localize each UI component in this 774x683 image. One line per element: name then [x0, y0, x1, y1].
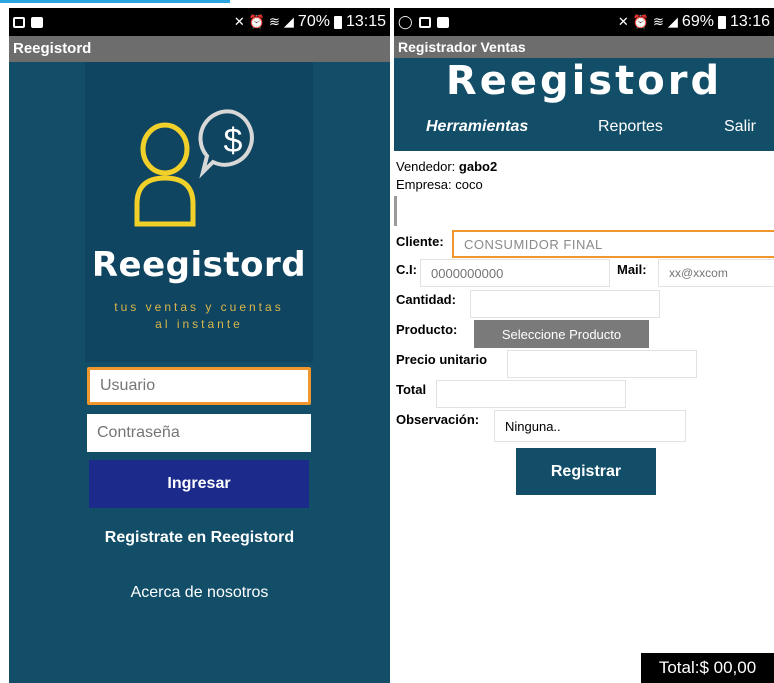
- client-label: Cliente:: [396, 234, 444, 249]
- company-label: Empresa:: [396, 177, 452, 192]
- logo-tagline-2: al instante: [155, 317, 243, 331]
- observation-input[interactable]: [494, 410, 686, 442]
- mute-icon: ✕: [617, 14, 629, 29]
- logo-tagline: tus ventas y cuentas: [114, 300, 284, 314]
- vendor-info: Vendedor: gabo2: [396, 159, 497, 174]
- status-bar: ✕ ⏰ ≋ ◢ 70% 13:15: [9, 8, 390, 36]
- vendor-value: gabo2: [458, 159, 498, 174]
- username-input[interactable]: [87, 367, 311, 405]
- logo-title: Reegistord: [91, 245, 307, 285]
- battery-percent: 69%: [681, 13, 714, 30]
- ci-label: C.I:: [396, 262, 417, 277]
- vendor-label: Vendedor:: [396, 159, 456, 174]
- about-link[interactable]: Acerca de nosotros: [9, 584, 390, 602]
- register-link[interactable]: Registrate en Reegistord: [9, 529, 390, 547]
- quantity-label: Cantidad:: [396, 292, 456, 307]
- image-icon: [418, 16, 431, 28]
- client-input[interactable]: [452, 230, 774, 258]
- alarm-icon: ⏰: [248, 14, 266, 29]
- nav-tools[interactable]: Herramientas: [426, 118, 528, 136]
- login-screen: ✕ ⏰ ≋ ◢ 70% 13:15 Reegistord $ Reegistor…: [9, 8, 390, 683]
- observation-label: Observación:: [396, 412, 480, 427]
- top-link-strip: [0, 0, 230, 3]
- battery-percent: 70%: [297, 13, 330, 30]
- password-input[interactable]: [87, 414, 311, 452]
- person-icon: [134, 122, 196, 227]
- status-bar: ◯ ✕ ⏰ ≋ ◢ 69% 13:16: [394, 8, 774, 36]
- product-label: Producto:: [396, 322, 458, 337]
- company-value: coco: [455, 177, 483, 192]
- battery-icon: [333, 15, 342, 29]
- whatsapp-icon: ◯: [398, 14, 413, 29]
- video-icon: [436, 16, 449, 28]
- login-button[interactable]: Ingresar: [89, 460, 309, 508]
- app-title-bar: Registrador Ventas: [394, 36, 774, 58]
- logo-panel: $ Reegistord tus ventas y cuentas al ins…: [85, 62, 313, 362]
- video-icon: [31, 16, 43, 28]
- total-input[interactable]: [436, 380, 626, 408]
- scroll-indicator: [394, 196, 397, 226]
- unit-price-label: Precio unitario: [396, 352, 488, 367]
- mail-label: Mail:: [617, 262, 647, 277]
- company-info: Empresa: coco: [396, 177, 483, 192]
- logo-icon: $: [134, 109, 254, 227]
- register-sale-button[interactable]: Registrar: [516, 448, 656, 495]
- total-label: Total: [396, 382, 427, 397]
- mail-input[interactable]: [658, 259, 774, 287]
- wifi-icon: ≋: [653, 14, 664, 29]
- unit-price-input[interactable]: [507, 350, 697, 378]
- ci-input[interactable]: [420, 259, 610, 287]
- app-title-bar: Reegistord: [9, 36, 390, 62]
- status-time: 13:16: [729, 13, 770, 30]
- alarm-icon: ⏰: [632, 14, 650, 29]
- mute-icon: ✕: [233, 14, 245, 29]
- signal-icon: ◢: [667, 14, 678, 29]
- nav-reports[interactable]: Reportes: [598, 118, 663, 136]
- signal-icon: ◢: [283, 14, 294, 29]
- quantity-input[interactable]: [470, 290, 660, 318]
- select-product-button[interactable]: Seleccione Producto: [474, 320, 649, 348]
- banner-title: Reegistord: [445, 58, 723, 104]
- image-icon: [13, 16, 25, 28]
- dollar-chat-icon: $: [198, 109, 254, 179]
- sales-register-screen: ◯ ✕ ⏰ ≋ ◢ 69% 13:16 Registrador Ventas R…: [394, 8, 774, 683]
- wifi-icon: ≋: [269, 14, 280, 29]
- status-time: 13:15: [345, 13, 386, 30]
- nav-exit[interactable]: Salir: [724, 118, 756, 136]
- total-footer: Total:$ 00,00: [641, 653, 774, 683]
- header-banner: Reegistord Herramientas Reportes Salir: [394, 58, 774, 151]
- battery-icon: [717, 15, 726, 29]
- svg-text:$: $: [224, 122, 243, 160]
